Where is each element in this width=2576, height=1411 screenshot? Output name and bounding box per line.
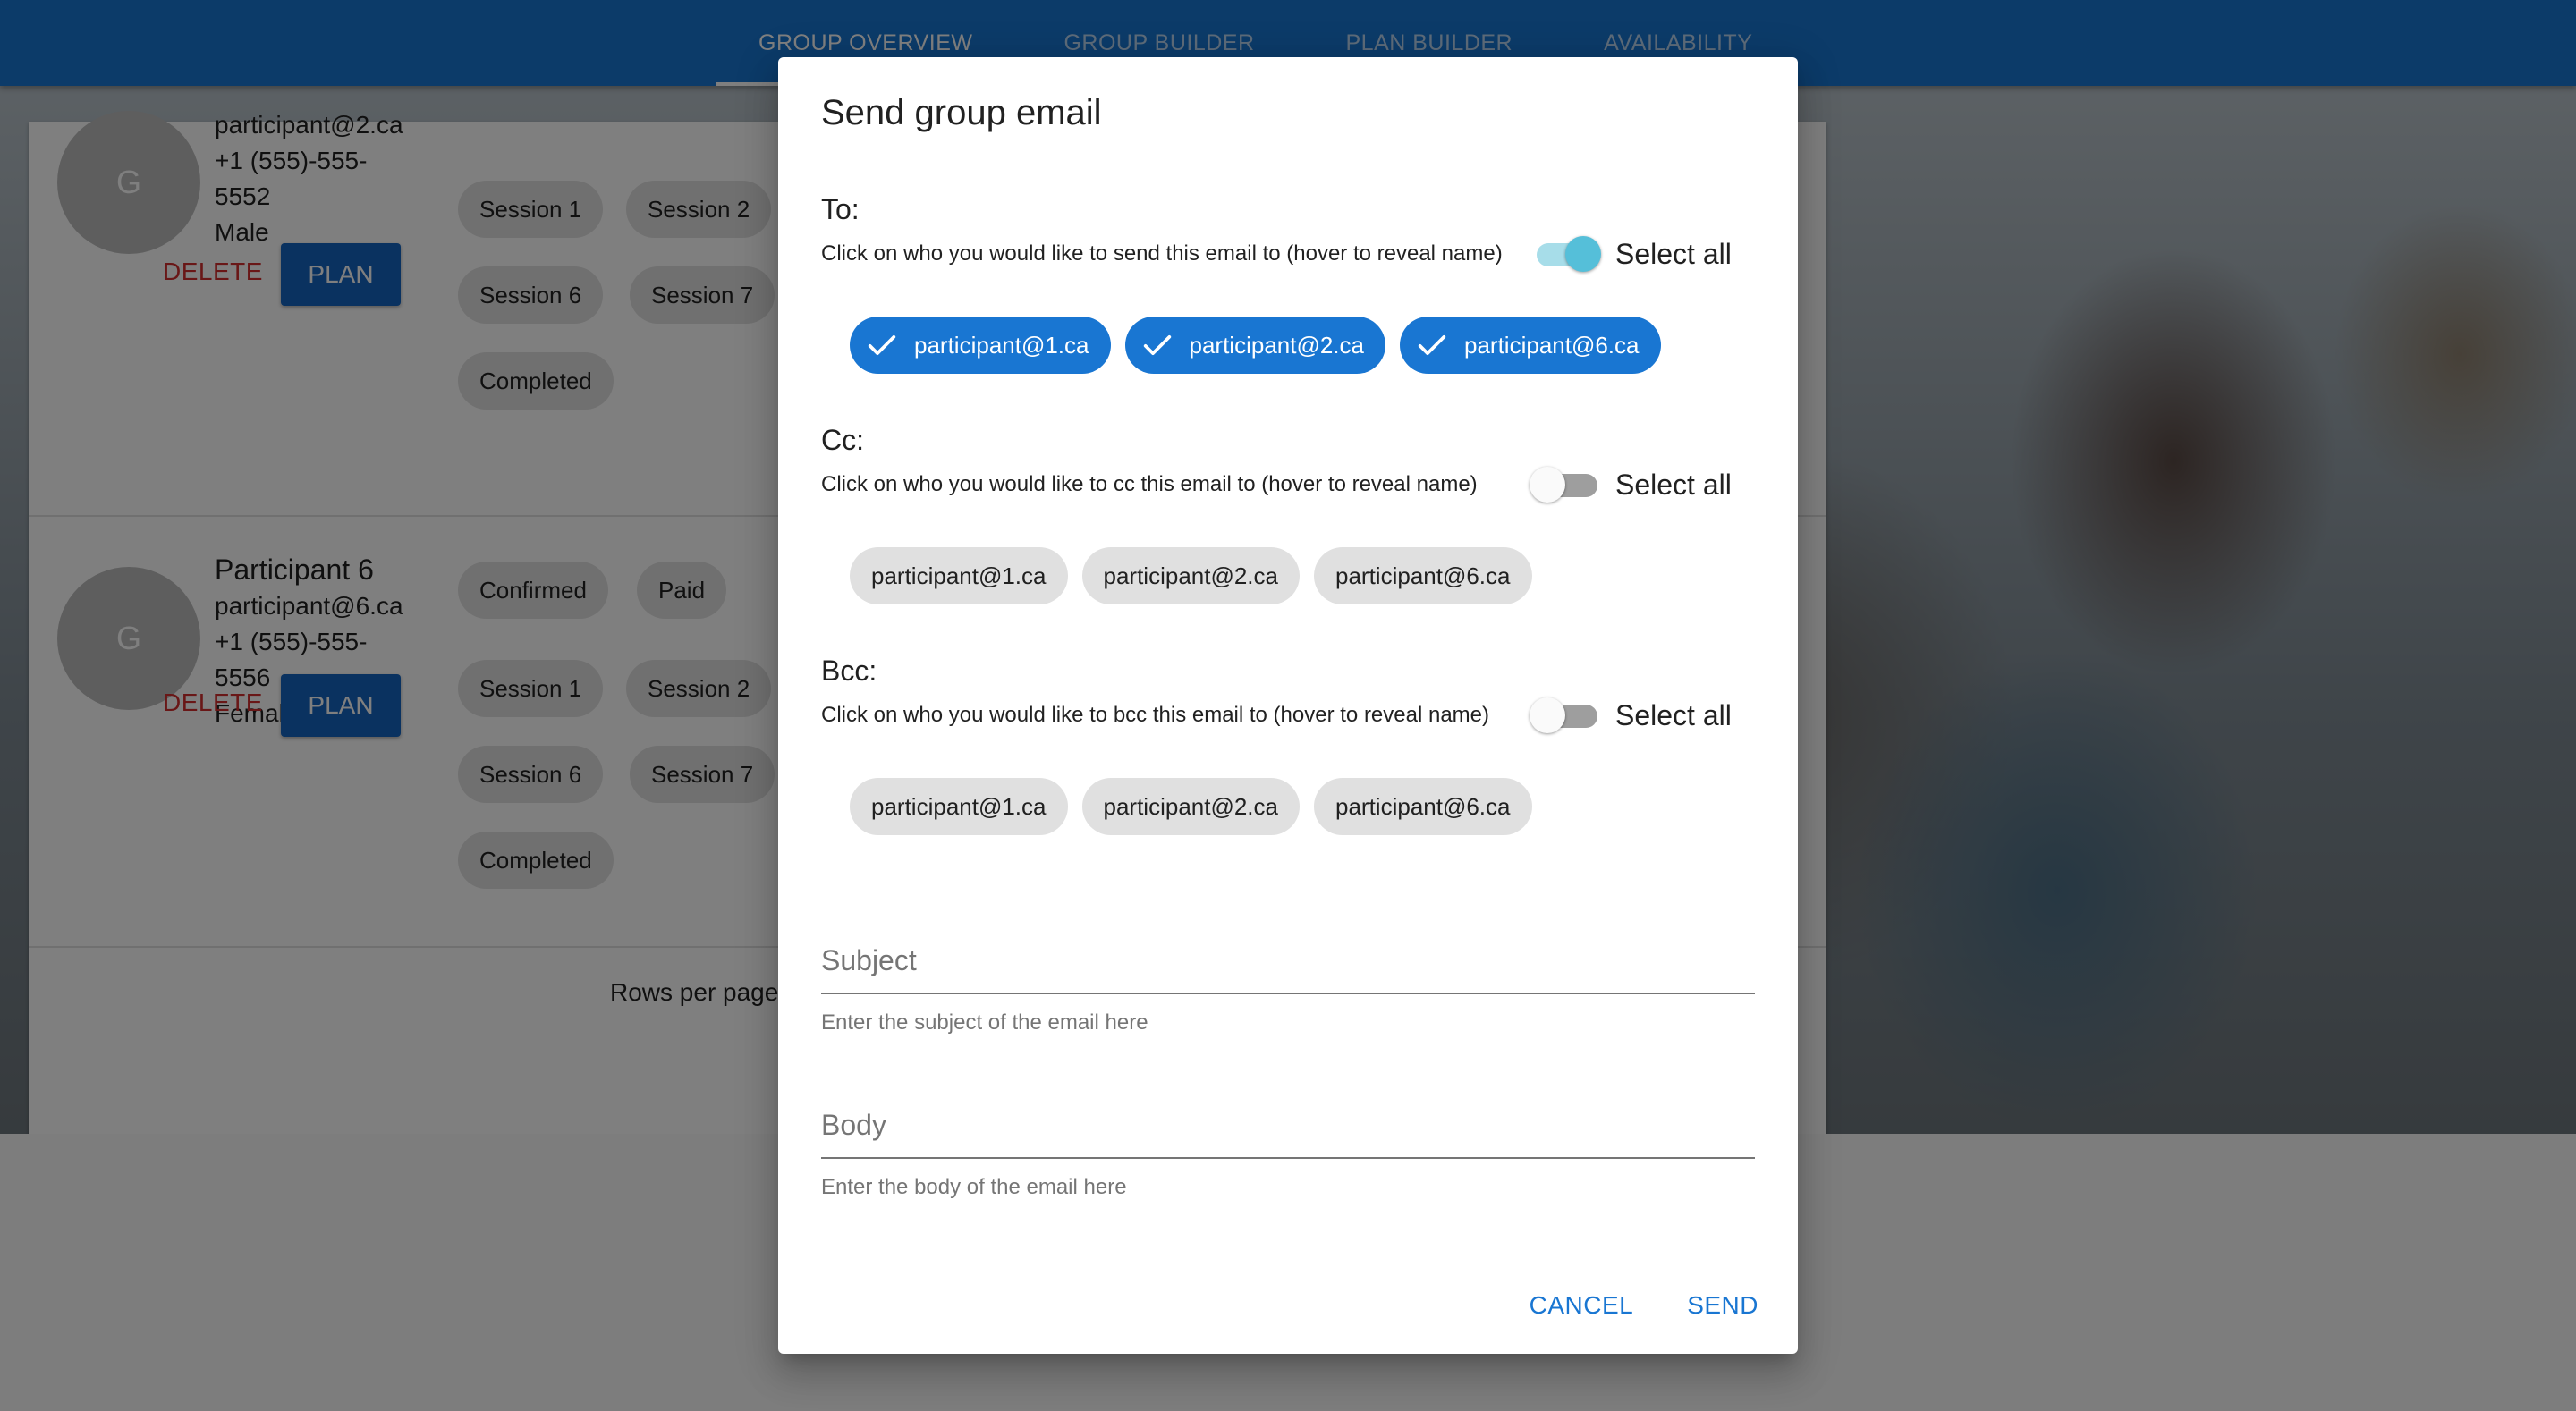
cc-recipient-chips: participant@1.ca participant@2.ca partic…	[850, 547, 1532, 604]
body-input-label[interactable]: Body	[821, 1109, 1755, 1148]
chip-label: participant@1.ca	[871, 792, 1046, 820]
cc-select-all-label[interactable]: Select all	[1615, 469, 1732, 502]
cancel-button[interactable]: CANCEL	[1530, 1291, 1634, 1320]
chip-label: participant@2.ca	[1189, 331, 1365, 359]
bcc-select-all-toggle[interactable]	[1530, 694, 1601, 737]
subject-field[interactable]: Subject Enter the subject of the email h…	[821, 944, 1755, 1035]
bcc-recipient-chip[interactable]: participant@2.ca	[1081, 778, 1300, 835]
body-underline	[821, 1157, 1755, 1159]
toggle-thumb	[1530, 467, 1565, 503]
to-recipient-chip[interactable]: participant@6.ca	[1400, 317, 1661, 374]
body-field[interactable]: Body Enter the body of the email here	[821, 1109, 1755, 1200]
dialog-title: Send group email	[821, 93, 1102, 132]
bcc-help-text: Click on who you would like to bcc this …	[821, 703, 1489, 727]
to-help-text: Click on who you would like to send this…	[821, 241, 1503, 266]
subject-input-label[interactable]: Subject	[821, 944, 1755, 984]
to-select-all-toggle[interactable]	[1530, 232, 1601, 275]
chip-label: participant@2.ca	[1103, 562, 1279, 589]
bcc-select-all-label[interactable]: Select all	[1615, 699, 1732, 732]
body-helper-text: Enter the body of the email here	[821, 1175, 1127, 1199]
check-icon	[868, 335, 896, 355]
chip-label: participant@6.ca	[1335, 792, 1511, 820]
toggle-thumb	[1530, 697, 1565, 733]
to-recipient-chips: participant@1.ca participant@2.ca partic…	[850, 317, 1661, 374]
bcc-recipient-chip[interactable]: participant@1.ca	[850, 778, 1068, 835]
cc-select-all-toggle[interactable]	[1530, 463, 1601, 506]
bcc-recipient-chips: participant@1.ca participant@2.ca partic…	[850, 778, 1532, 835]
chip-label: participant@1.ca	[871, 562, 1046, 589]
cc-recipient-chip[interactable]: participant@1.ca	[850, 547, 1068, 604]
check-icon	[1143, 335, 1171, 355]
to-recipient-chip[interactable]: participant@2.ca	[1124, 317, 1385, 374]
to-select-all-label[interactable]: Select all	[1615, 238, 1732, 271]
subject-helper-text: Enter the subject of the email here	[821, 1010, 1148, 1035]
chip-label: participant@6.ca	[1335, 562, 1511, 589]
chip-label: participant@1.ca	[914, 331, 1089, 359]
cc-help-text: Click on who you would like to cc this e…	[821, 472, 1478, 496]
to-label: To:	[821, 193, 860, 225]
toggle-thumb	[1565, 236, 1601, 272]
check-icon	[1418, 335, 1446, 355]
dialog-actions: CANCEL SEND	[1530, 1291, 1758, 1320]
send-group-email-dialog: Send group email To: Click on who you wo…	[778, 57, 1798, 1354]
bcc-recipient-chip[interactable]: participant@6.ca	[1314, 778, 1532, 835]
bcc-label: Bcc:	[821, 655, 877, 687]
cc-label: Cc:	[821, 424, 864, 456]
to-recipient-chip[interactable]: participant@1.ca	[850, 317, 1111, 374]
send-button[interactable]: SEND	[1687, 1291, 1758, 1320]
subject-underline	[821, 993, 1755, 994]
chip-label: participant@2.ca	[1103, 792, 1279, 820]
cc-recipient-chip[interactable]: participant@2.ca	[1081, 547, 1300, 604]
chip-label: participant@6.ca	[1464, 331, 1640, 359]
cc-recipient-chip[interactable]: participant@6.ca	[1314, 547, 1532, 604]
